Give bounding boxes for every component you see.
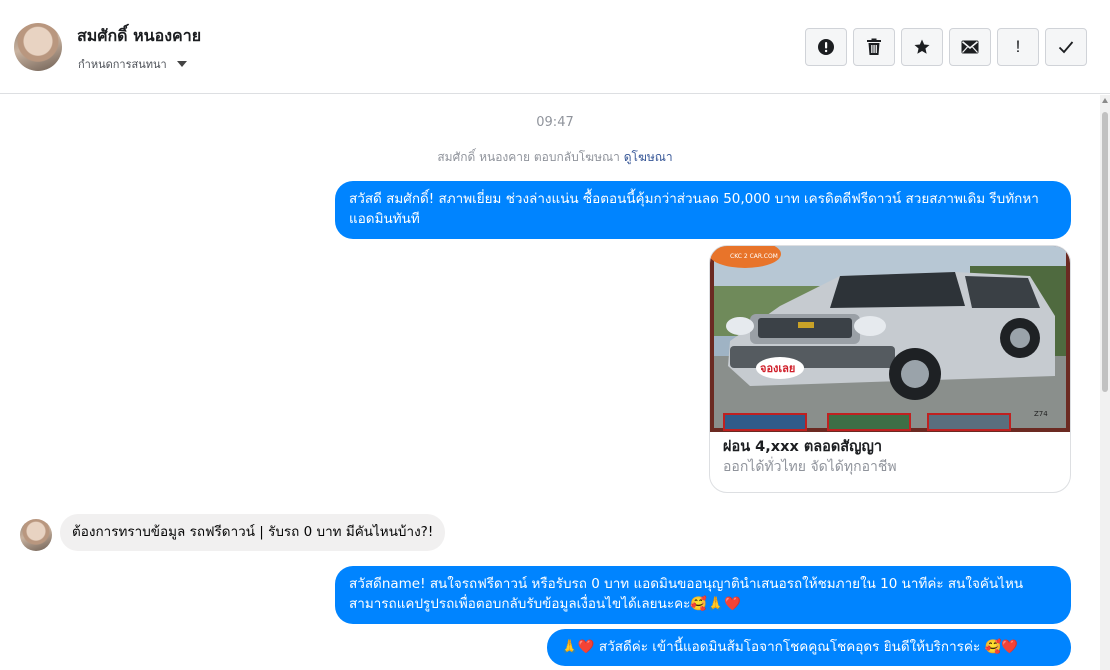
dealer-logo-text: CKC 2 CAR.COM <box>730 253 778 260</box>
mark-unread-button[interactable] <box>949 28 991 66</box>
envelope-icon <box>961 40 979 54</box>
outgoing-message[interactable]: สวัสดี สมศักดิ์! สภาพเยี่ยม ช่วงล่างแน่น… <box>335 181 1071 239</box>
exclamation-icon: ! <box>1015 37 1021 56</box>
conversation-header: สมศักดิ์ หนองคาย กำหนดการสนทนา ! <box>0 0 1110 94</box>
car-photo: CKC 2 CAR.COM จองเลย Z74 <box>710 246 1070 432</box>
star-button[interactable] <box>901 28 943 66</box>
contact-name[interactable]: สมศักดิ์ หนองคาย <box>77 24 201 49</box>
incoming-message[interactable]: ต้องการทราบข้อมูล รถฟรีดาวน์ | รับรถ 0 บ… <box>60 514 446 551</box>
scroll-up-arrow-icon[interactable] <box>1102 98 1108 103</box>
header-toolbar: ! <box>805 28 1087 66</box>
contact-avatar[interactable] <box>14 23 62 71</box>
star-icon <box>914 39 930 54</box>
trash-icon <box>867 38 881 55</box>
view-ad-link[interactable]: ดูโฆษณา <box>624 150 673 164</box>
contact-avatar-small[interactable] <box>20 519 52 551</box>
ad-reply-notice: สมศักดิ์ หนองคาย ตอบกลับโฆษณา ดูโฆษณา <box>0 148 1110 167</box>
conversation-settings-label: กำหนดการสนทนา <box>78 58 167 71</box>
conversation-settings-dropdown[interactable]: กำหนดการสนทนา <box>78 55 187 73</box>
mark-spam-button[interactable]: ! <box>997 28 1039 66</box>
outgoing-message[interactable]: สวัสดีname! สนใจรถฟรีดาวน์ หรือรับรถ 0 บ… <box>335 566 1071 624</box>
ad-card-title[interactable]: ผ่อน 4,xxx ตลอดสัญญา <box>723 435 882 458</box>
outgoing-message[interactable]: 🙏❤️ สวัสดีค่ะ เข้านี้แอดมินส้มโอจากโชคคู… <box>547 629 1071 666</box>
mark-done-button[interactable] <box>1045 28 1087 66</box>
stock-code-text: Z74 <box>1034 410 1048 418</box>
message-thread[interactable]: 09:47 สมศักดิ์ หนองคาย ตอบกลับโฆษณา ดูโฆ… <box>0 95 1100 670</box>
ad-card[interactable]: CKC 2 CAR.COM จองเลย Z74 ผ่อน 4,xxx ตลอด… <box>709 245 1071 493</box>
exclamation-circle-icon <box>818 39 834 55</box>
ad-reply-text: สมศักดิ์ หนองคาย ตอบกลับโฆษณา <box>437 150 620 164</box>
scrollbar-thumb[interactable] <box>1102 112 1108 392</box>
thread-scrollbar[interactable] <box>1100 95 1110 670</box>
report-button[interactable] <box>805 28 847 66</box>
caret-down-icon <box>176 61 187 67</box>
reserve-badge-text: จองเลย <box>760 362 795 375</box>
checkmark-icon <box>1058 41 1074 54</box>
message-timestamp: 09:47 <box>536 115 574 130</box>
ad-car-image[interactable]: CKC 2 CAR.COM จองเลย Z74 <box>710 246 1070 432</box>
delete-button[interactable] <box>853 28 895 66</box>
ad-card-subtitle: ออกได้ทั่วไทย จัดได้ทุกอาชีพ <box>723 459 897 475</box>
